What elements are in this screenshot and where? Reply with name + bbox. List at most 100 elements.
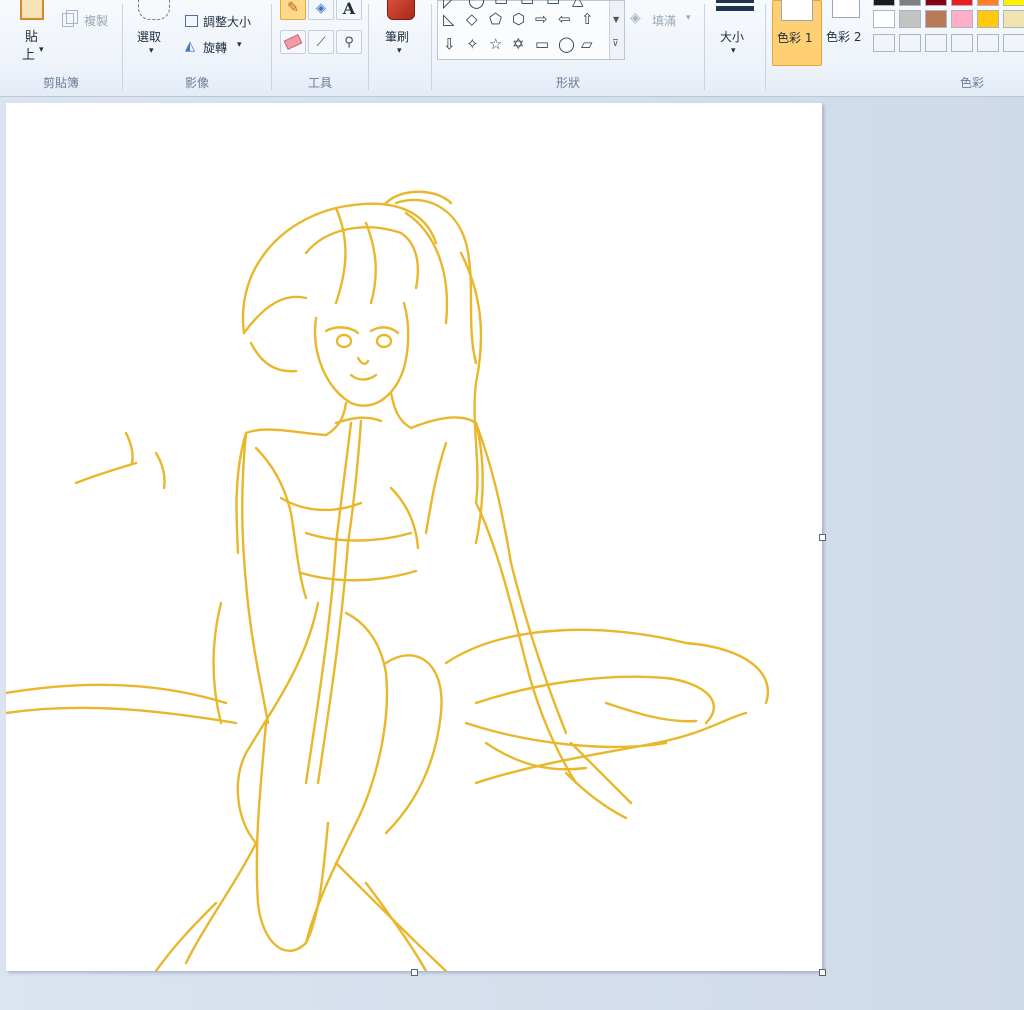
palette-swatch[interactable] bbox=[951, 0, 973, 6]
pencil-icon: ✎ bbox=[287, 0, 299, 16]
shape-six-point-star-icon[interactable]: ✡ bbox=[512, 37, 525, 52]
shape-right-arrow-icon[interactable]: ⇨ bbox=[535, 12, 548, 27]
paste-button[interactable]: 貼 上 ▾ bbox=[12, 0, 52, 64]
shape-diamond-icon[interactable]: ◇ bbox=[466, 12, 478, 27]
fill-button[interactable]: ◈ 填滿 ▾ bbox=[630, 10, 700, 30]
palette-swatch[interactable] bbox=[899, 34, 921, 52]
palette-swatch[interactable] bbox=[925, 10, 947, 28]
magnifier-icon: ⚲ bbox=[344, 34, 354, 50]
color1-button[interactable]: 色彩 1 bbox=[772, 0, 822, 66]
gallery-expand-icon[interactable]: ⊽ bbox=[612, 39, 619, 49]
eraser-icon bbox=[283, 34, 303, 50]
color-palette bbox=[873, 0, 1024, 62]
palette-swatch[interactable] bbox=[873, 34, 895, 52]
palette-swatch[interactable] bbox=[951, 10, 973, 28]
color2-label: 色彩 2 bbox=[826, 30, 862, 44]
canvas-resize-handle-bottom[interactable] bbox=[411, 969, 418, 976]
color1-label: 色彩 1 bbox=[777, 31, 813, 45]
copy-icon-back bbox=[66, 10, 78, 24]
canvas-resize-handle-right[interactable] bbox=[819, 534, 826, 541]
fill-icon: ◈ bbox=[630, 10, 641, 26]
fill-label: 填滿 bbox=[652, 14, 677, 28]
clipboard-group-label: 剪貼簿 bbox=[42, 76, 79, 90]
color2-button[interactable]: 色彩 2 bbox=[824, 0, 870, 66]
eraser-tool[interactable] bbox=[280, 30, 306, 54]
color1-swatch bbox=[781, 0, 813, 21]
tools-group: ✎ ◈ A ⟋ ⚲ 工具 bbox=[272, 0, 368, 96]
palette-swatch[interactable] bbox=[873, 10, 895, 28]
sketch-drawing bbox=[6, 190, 769, 971]
palette-swatch[interactable] bbox=[977, 0, 999, 6]
palette-swatch[interactable] bbox=[977, 10, 999, 28]
magnifier-tool[interactable]: ⚲ bbox=[336, 30, 362, 54]
palette-swatch[interactable] bbox=[951, 34, 973, 52]
group-separator bbox=[704, 4, 705, 90]
pencil-tool[interactable]: ✎ bbox=[280, 0, 306, 20]
copy-label: 複製 bbox=[84, 14, 109, 28]
color2-swatch bbox=[832, 0, 860, 18]
shape-rect-callout-icon[interactable]: ▭ bbox=[535, 37, 549, 52]
select-label: 選取 bbox=[137, 30, 162, 44]
shapes-group-label: 形狀 bbox=[555, 76, 580, 90]
shape-partial-icon[interactable]: ▭ bbox=[494, 0, 508, 8]
palette-swatch[interactable] bbox=[1003, 34, 1024, 52]
shape-left-arrow-icon[interactable]: ⇦ bbox=[558, 12, 571, 27]
clipboard-group: 貼 上 ▾ 複製 剪貼簿 bbox=[0, 0, 122, 96]
size-dropdown-icon: ▾ bbox=[731, 46, 736, 56]
fill-tool[interactable]: ◈ bbox=[308, 0, 334, 20]
palette-swatch[interactable] bbox=[873, 0, 895, 6]
select-dropdown-icon: ▾ bbox=[149, 46, 154, 56]
palette-swatch[interactable] bbox=[925, 0, 947, 6]
palette-swatch[interactable] bbox=[1003, 10, 1024, 28]
resize-button[interactable]: 調整大小 bbox=[183, 12, 271, 32]
shape-four-point-star-icon[interactable]: ✧ bbox=[466, 37, 479, 52]
shape-partial-icon[interactable]: △ bbox=[572, 0, 584, 8]
palette-swatch[interactable] bbox=[899, 10, 921, 28]
rotate-label: 旋轉 bbox=[203, 41, 228, 55]
palette-swatch[interactable] bbox=[1003, 0, 1024, 6]
palette-swatch[interactable] bbox=[899, 0, 921, 6]
palette-swatch[interactable] bbox=[925, 34, 947, 52]
size-label: 大小 bbox=[720, 30, 745, 44]
shapes-scrollbar[interactable]: ▼ ⊽ bbox=[609, 1, 624, 59]
rotate-dropdown-icon: ▾ bbox=[237, 40, 242, 50]
shape-five-point-star-icon[interactable]: ☆ bbox=[489, 37, 502, 52]
shapes-gallery[interactable]: ◸ ◯ ▭ ▭ ▭ △ ◺ ◇ ⬠ ⬡ ⇨ ⇦ ⇧ ⇩ ✧ ☆ ✡ ▭ ◯ ▱ … bbox=[437, 0, 625, 60]
palette-swatch[interactable] bbox=[977, 34, 999, 52]
shape-pentagon-icon[interactable]: ⬠ bbox=[489, 12, 502, 27]
color-picker-tool[interactable]: ⟋ bbox=[308, 30, 334, 54]
text-icon: A bbox=[342, 0, 356, 18]
shape-cloud-callout-icon[interactable]: ▱ bbox=[581, 37, 593, 52]
brushes-dropdown-icon: ▾ bbox=[397, 46, 402, 56]
shape-oval-callout-icon[interactable]: ◯ bbox=[558, 37, 575, 52]
copy-button[interactable]: 複製 bbox=[60, 10, 118, 30]
resize-label: 調整大小 bbox=[203, 15, 252, 29]
brushes-button[interactable]: 筆刷 ▾ bbox=[377, 0, 423, 66]
fill-dropdown-icon: ▾ bbox=[686, 13, 691, 23]
brushes-label: 筆刷 bbox=[385, 30, 410, 44]
tools-group-label: 工具 bbox=[307, 76, 332, 90]
size-button[interactable]: 大小 ▾ bbox=[710, 0, 760, 66]
shape-down-arrow-icon[interactable]: ⇩ bbox=[443, 37, 456, 52]
shape-partial-icon[interactable]: ▭ bbox=[520, 0, 534, 8]
select-button[interactable]: 選取 ▾ bbox=[133, 0, 173, 64]
drawing-canvas[interactable] bbox=[6, 103, 826, 976]
shape-up-arrow-icon[interactable]: ⇧ bbox=[581, 12, 594, 27]
scroll-down-icon[interactable]: ▼ bbox=[613, 15, 619, 24]
paste-dropdown-icon: ▾ bbox=[39, 45, 44, 55]
shape-partial-icon[interactable]: ◯ bbox=[468, 0, 485, 8]
ribbon: 貼 上 ▾ 複製 剪貼簿 選取 ▾ 調整大小 ◭ 旋轉 ▾ 影像 ✎ ◈ A ⟋… bbox=[0, 0, 1024, 97]
brushes-group: 筆刷 ▾ bbox=[369, 0, 431, 96]
rotate-button[interactable]: ◭ 旋轉 ▾ bbox=[183, 37, 271, 57]
image-group: 選取 ▾ 調整大小 ◭ 旋轉 ▾ 影像 bbox=[123, 0, 271, 96]
shape-right-triangle-icon[interactable]: ◺ bbox=[443, 12, 455, 27]
select-icon bbox=[138, 0, 170, 20]
text-tool[interactable]: A bbox=[336, 0, 362, 20]
shape-partial-icon[interactable]: ▭ bbox=[546, 0, 560, 8]
sketch-strokes bbox=[6, 190, 769, 971]
canvas-resize-handle-corner[interactable] bbox=[819, 969, 826, 976]
image-group-label: 影像 bbox=[184, 76, 209, 90]
shape-hexagon-icon[interactable]: ⬡ bbox=[512, 12, 525, 27]
shape-partial-icon[interactable]: ◸ bbox=[443, 0, 455, 10]
size-lines-icon bbox=[716, 0, 754, 11]
